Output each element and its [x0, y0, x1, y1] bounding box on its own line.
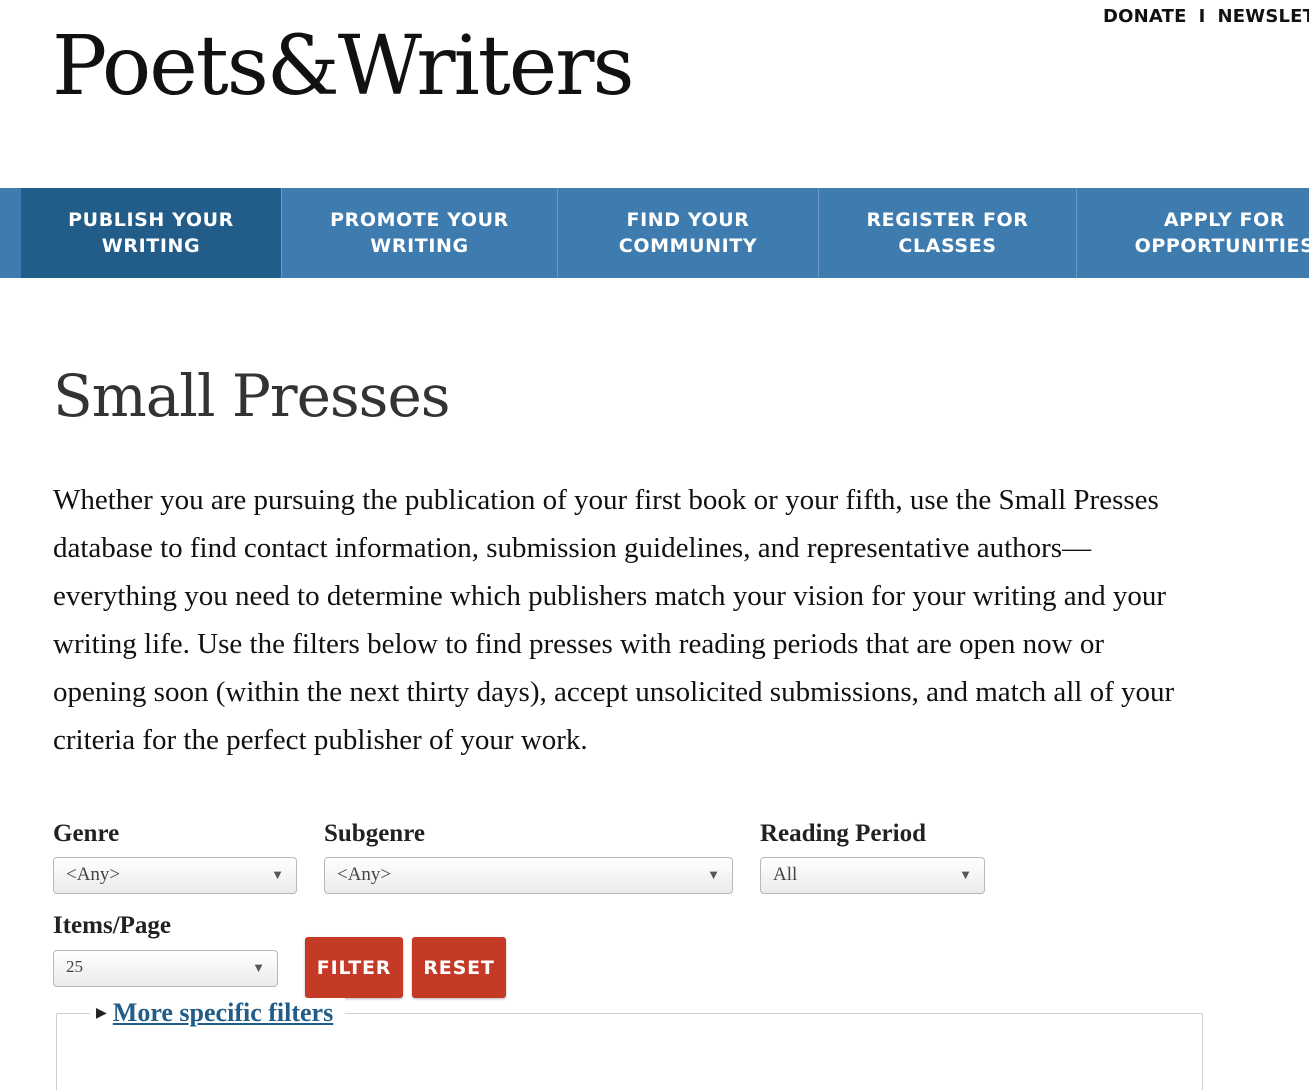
nav-apply-for-opportunities[interactable]: APPLY FOR OPPORTUNITIES [1076, 188, 1309, 278]
nav-promote-your-writing[interactable]: PROMOTE YOUR WRITING [281, 188, 557, 278]
nav-register-for-classes[interactable]: REGISTER FOR CLASSES [818, 188, 1076, 278]
nav-item-label: APPLY FOR OPPORTUNITIES [1134, 209, 1309, 257]
reading-period-label: Reading Period [760, 820, 926, 847]
main-nav: PUBLISH YOUR WRITING PROMOTE YOUR WRITING … [0, 188, 1309, 278]
chevron-down-icon: ▼ [707, 867, 720, 882]
nav-find-your-community[interactable]: FIND YOUR COMMUNITY [557, 188, 818, 278]
nav-publish-your-writing[interactable]: PUBLISH YOUR WRITING [21, 188, 281, 278]
items-per-page-select-value: 25 [66, 957, 83, 976]
reset-button[interactable]: RESET [412, 937, 506, 998]
subgenre-select[interactable]: <Any> ▼ [324, 857, 733, 894]
items-per-page-label: Items/Page [53, 912, 172, 939]
filter-button[interactable]: FILTER [305, 937, 403, 998]
utility-nav-separator: I [1198, 6, 1206, 27]
site-logo[interactable]: Poets&Writers [52, 21, 635, 112]
nav-item-label: FIND YOUR COMMUNITY [618, 209, 758, 257]
more-specific-filters-link[interactable]: More specific filters [113, 998, 333, 1027]
chevron-down-icon: ▼ [252, 960, 265, 975]
chevron-down-icon: ▼ [271, 867, 284, 882]
nav-item-label: PUBLISH YOUR WRITING [68, 209, 234, 257]
page-title: Small Presses [53, 362, 451, 430]
genre-label: Genre [53, 820, 120, 847]
genre-select-value: <Any> [66, 864, 121, 885]
genre-select[interactable]: <Any> ▼ [53, 857, 297, 894]
chevron-down-icon: ▼ [959, 867, 972, 882]
subgenre-select-value: <Any> [337, 864, 392, 885]
nav-item-label: PROMOTE YOUR WRITING [330, 209, 509, 257]
reading-period-select[interactable]: All ▼ [760, 857, 985, 894]
donate-link[interactable]: DONATE [1103, 6, 1187, 27]
reading-period-select-value: All [773, 864, 798, 885]
items-per-page-select[interactable]: 25 ▼ [53, 950, 278, 987]
newsletter-link[interactable]: NEWSLET [1218, 6, 1309, 27]
subgenre-label: Subgenre [324, 820, 425, 847]
triangle-right-icon[interactable]: ▶ [96, 1006, 107, 1021]
more-filters-legend: ▶ More specific filters [90, 998, 346, 1028]
nav-item-label: REGISTER FOR CLASSES [866, 209, 1029, 257]
utility-nav: DONATE I NEWSLET [1103, 6, 1309, 27]
intro-paragraph: Whether you are pursuing the publication… [53, 484, 1175, 756]
